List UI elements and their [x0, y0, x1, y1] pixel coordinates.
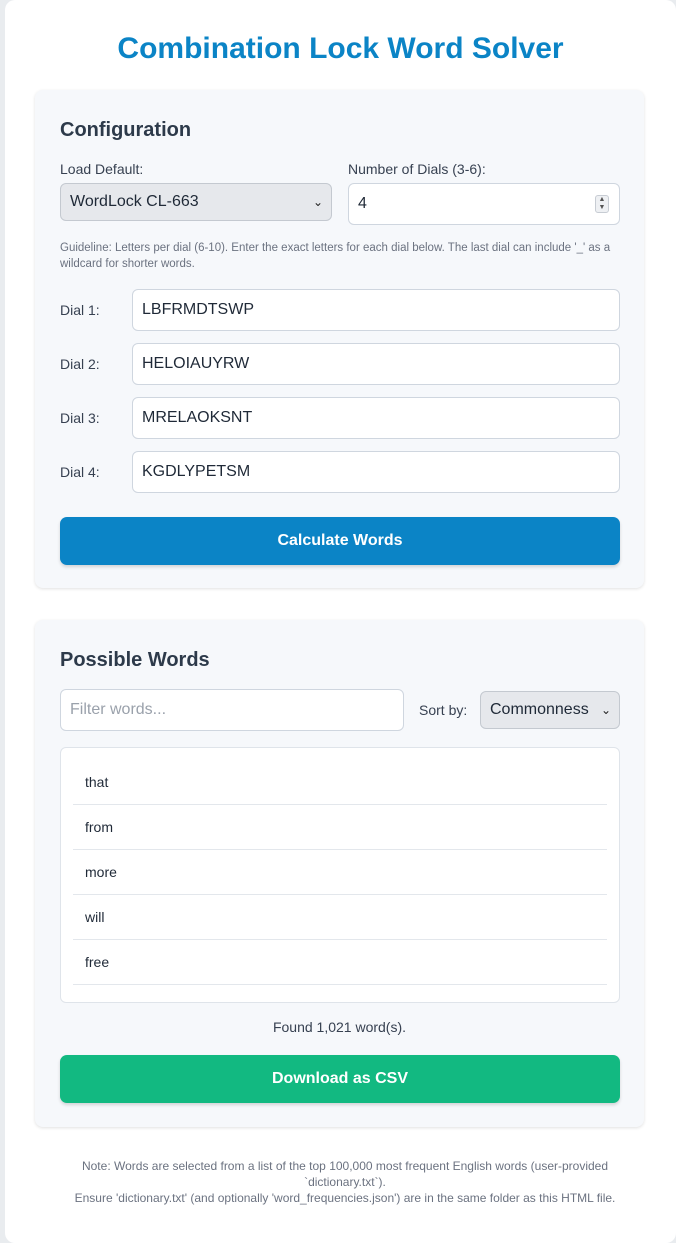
dial-3-value: MRELAOKSNT	[142, 409, 253, 426]
dial-2-label: Dial 2:	[60, 356, 100, 372]
chevron-down-icon: ⌄	[312, 195, 323, 209]
dial-1-label: Dial 1:	[60, 302, 100, 318]
dial-1-input[interactable]: LBFRMDTSWP	[132, 289, 620, 331]
load-default-select[interactable]: WordLock CL-663 ⌄	[60, 183, 332, 221]
results-heading: Possible Words	[60, 649, 210, 671]
dial-3-label: Dial 3:	[60, 410, 100, 426]
dial-3-input[interactable]: MRELAOKSNT	[132, 397, 620, 439]
calculate-words-button[interactable]: Calculate Words	[60, 517, 620, 565]
list-item[interactable]: from	[73, 805, 607, 850]
dial-4-label: Dial 4:	[60, 464, 100, 480]
load-default-value: WordLock CL-663	[70, 193, 199, 210]
stepper-icon[interactable]: ▲ ▼	[595, 195, 609, 213]
guideline-text: Guideline: Letters per dial (6-10). Ente…	[60, 242, 611, 270]
num-dials-value: 4	[358, 195, 367, 212]
configuration-card: Configuration Load Default: WordLock CL-…	[35, 90, 644, 588]
load-default-label: Load Default:	[60, 161, 144, 177]
dial-4-value: KGDLYPETSM	[142, 463, 251, 480]
filter-placeholder: Filter words...	[70, 701, 167, 718]
footer-note-line-2: Ensure 'dictionary.txt' (and optionally …	[74, 1191, 616, 1205]
download-csv-button[interactable]: Download as CSV	[60, 1055, 620, 1103]
filter-input[interactable]: Filter words...	[60, 689, 404, 731]
dial-4-input[interactable]: KGDLYPETSM	[132, 451, 620, 493]
sort-select[interactable]: Commonness ⌄	[480, 691, 620, 729]
list-item[interactable]: that	[73, 760, 607, 805]
configuration-heading: Configuration	[60, 119, 192, 141]
list-item[interactable]: more	[73, 850, 607, 895]
page: Combination Lock Word Solver Configurati…	[5, 0, 676, 1243]
results-card: Possible Words Filter words... Sort by: …	[35, 620, 644, 1127]
sort-value: Commonness	[490, 701, 589, 718]
dial-2-input[interactable]: HELOIAUYRW	[132, 343, 620, 385]
num-dials-input[interactable]: 4 ▲ ▼	[348, 183, 620, 225]
list-item[interactable]: the	[73, 985, 607, 1003]
footer-note-line-1: Note: Words are selected from a list of …	[81, 1159, 609, 1189]
dial-2-value: HELOIAUYRW	[142, 355, 250, 372]
word-list[interactable]: that from more will free the	[60, 747, 620, 1003]
num-dials-label: Number of Dials (3-6):	[348, 161, 486, 177]
result-count: Found 1,021 word(s).	[272, 1019, 407, 1035]
page-title: Combination Lock Word Solver	[117, 32, 564, 65]
dial-1-value: LBFRMDTSWP	[142, 301, 254, 318]
chevron-down-icon: ⌄	[600, 703, 611, 717]
list-item[interactable]: free	[73, 940, 607, 985]
list-item[interactable]: will	[73, 895, 607, 940]
sort-label: Sort by:	[419, 702, 468, 718]
footer-note: Note: Words are selected from a list of …	[45, 1158, 645, 1206]
